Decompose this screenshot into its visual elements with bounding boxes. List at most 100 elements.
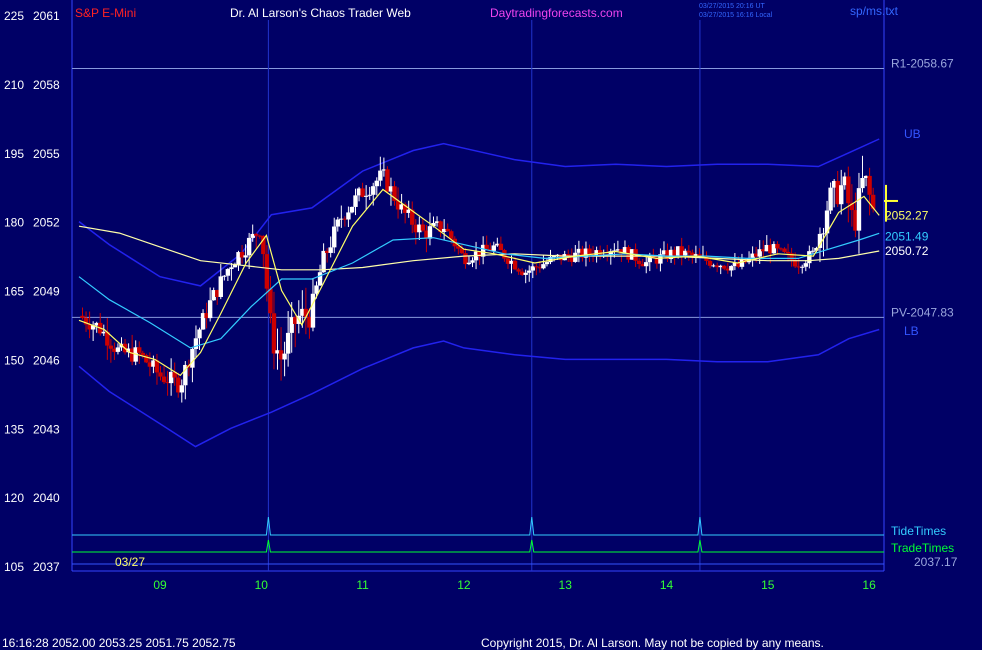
candle-body-199 [785, 251, 791, 254]
candle-body-114 [484, 244, 489, 249]
candle-body-183 [729, 266, 734, 271]
candle-body-98 [427, 226, 433, 239]
y-tick-left-7: 135 [4, 422, 24, 436]
candle-body-220 [860, 178, 865, 189]
x-tick-14: 14 [660, 578, 674, 592]
x-tick-09: 09 [153, 578, 167, 592]
candle-body-157 [636, 260, 642, 265]
candle-body-214 [839, 185, 844, 205]
candle-body-80 [363, 195, 369, 197]
candle-body-206 [810, 250, 816, 252]
candle-body-128 [534, 266, 539, 268]
candle-body-43 [232, 265, 238, 268]
candle-body-22 [158, 372, 163, 377]
candle-body-28 [179, 385, 184, 393]
tide-times-label: TideTimes [891, 524, 946, 538]
candle-body-104 [449, 231, 454, 239]
candle-body-16 [137, 347, 142, 353]
candle-body-40 [222, 275, 227, 277]
candle-body-118 [498, 243, 504, 251]
candle-body-67 [317, 272, 323, 286]
x-tick-10: 10 [255, 578, 269, 592]
candle-body-177 [707, 260, 713, 266]
candle-body-171 [686, 250, 691, 253]
y-tick-right-5: 2049 [33, 285, 60, 299]
candle-body-31 [190, 348, 195, 368]
last-value-label-3: 2050.72 [885, 244, 929, 258]
source-filename: sp/ms.txt [850, 4, 899, 18]
candle-body-159 [644, 262, 649, 267]
site-link[interactable]: Daytradingforecasts.com [490, 6, 623, 20]
timestamp-local: 03/27/2015 16:16 Local [699, 12, 773, 19]
candle-body-54 [271, 313, 277, 354]
candle-body-84 [378, 170, 383, 181]
candle-body-222 [867, 175, 872, 195]
x-tick-13: 13 [559, 578, 573, 592]
candle-body-116 [491, 245, 496, 251]
site-title: Dr. Al Larson's Chaos Trader Web [230, 6, 411, 20]
low-level-label: 2037.17 [914, 555, 958, 569]
candle-body-57 [282, 353, 287, 360]
candle-body-198 [782, 248, 787, 252]
candle-body-72 [335, 219, 340, 227]
candle-body-52 [264, 254, 270, 289]
x-tick-12: 12 [457, 578, 471, 592]
candle-body-46 [243, 255, 248, 258]
candle-body-32 [193, 338, 199, 349]
y-tick-right-1: 2061 [33, 9, 60, 23]
candle-body-82 [371, 186, 376, 195]
candle-body-53 [268, 288, 273, 314]
candle-body-42 [229, 267, 234, 270]
date-label: 03/27 [115, 555, 145, 569]
y-tick-left-1: 225 [4, 9, 24, 23]
candle-body-211 [828, 187, 833, 211]
candle-body-23 [161, 376, 167, 383]
r1-level-label: R1-2058.67 [891, 56, 954, 70]
candle-body-41 [225, 269, 231, 276]
y-tick-left-9: 105 [4, 560, 24, 574]
candle-body-126 [527, 270, 532, 273]
candle-body-96 [420, 224, 426, 231]
y-tick-right-4: 2052 [33, 216, 60, 230]
y-tick-left-5: 165 [4, 285, 24, 299]
candle-body-108 [463, 253, 468, 265]
candle-body-181 [722, 265, 727, 269]
y-tick-left-8: 120 [4, 491, 24, 505]
candle-body-58 [285, 332, 291, 354]
candle-body-109 [466, 262, 472, 265]
x-tick-15: 15 [761, 578, 775, 592]
candle-body-0 [80, 315, 85, 318]
candle-body-219 [856, 188, 862, 231]
candle-body-17 [140, 352, 145, 356]
y-tick-right-3: 2055 [33, 147, 60, 161]
candle-body-49 [254, 233, 259, 236]
candle-body-8 [108, 345, 114, 349]
footer-quote: 16:16:28 2052.00 2053.25 2051.75 2052.75 [2, 636, 236, 650]
footer-copyright: Copyright 2015, Dr. Al Larson. May not b… [481, 636, 824, 650]
trade-times-label: TradeTimes [891, 541, 954, 555]
candle-body-130 [541, 264, 546, 269]
candle-body-39 [218, 276, 223, 297]
candle-body-204 [803, 263, 808, 267]
y-tick-right-9: 2037 [33, 560, 60, 574]
candle-body-65 [310, 293, 316, 328]
y-tick-right-6: 2046 [33, 353, 60, 367]
candle-body-10 [115, 347, 121, 352]
y-tick-right-8: 2040 [33, 491, 60, 505]
candle-body-83 [374, 180, 379, 187]
candle-body-70 [328, 247, 333, 253]
price-chart: 225 2061 210 2058 195 2055 180 2052 165 2049 150 20… [0, 0, 982, 650]
last-value-label-1: 2052.27 [885, 208, 929, 222]
candle-body-79 [360, 188, 365, 197]
candle-body-110 [470, 260, 475, 263]
candle-body-122 [512, 260, 518, 270]
upper-band-label: UB [904, 127, 921, 141]
candle-body-143 [587, 248, 592, 254]
candle-body-131 [544, 262, 550, 265]
candle-body-125 [523, 272, 528, 275]
timestamp-ut: 03/27/2015 20:16 UT [699, 3, 765, 10]
candle-body-76 [349, 206, 355, 213]
candle-body-196 [775, 243, 780, 249]
y-tick-left-2: 210 [4, 78, 24, 92]
x-tick-16: 16 [862, 578, 876, 592]
